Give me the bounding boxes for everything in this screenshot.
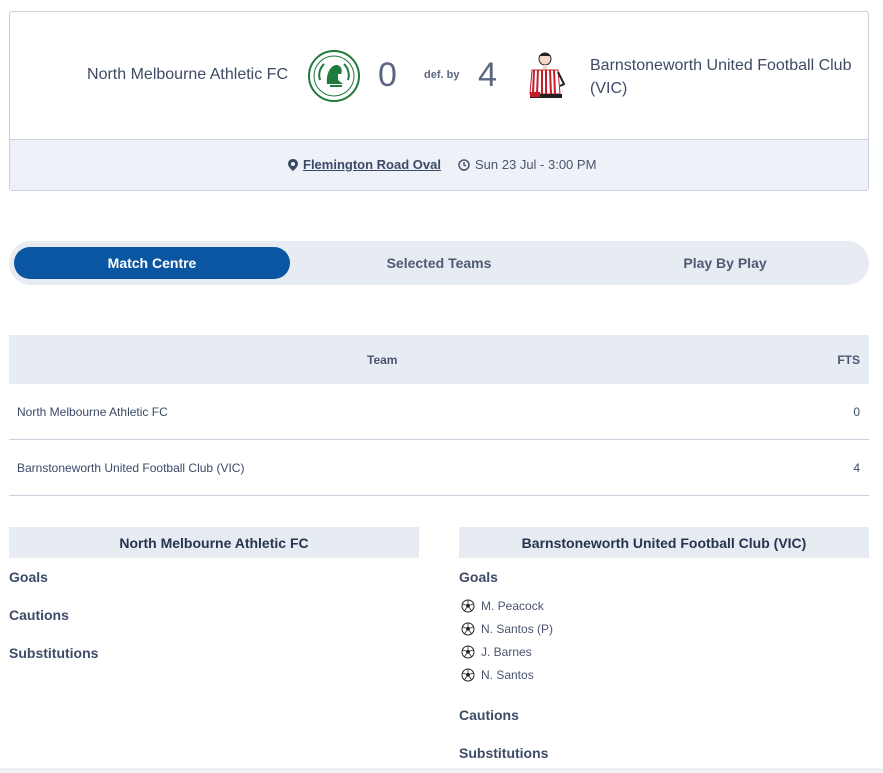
list-item: N. Santos (P) — [459, 617, 869, 640]
venue: Flemington Road Oval — [288, 157, 441, 172]
venue-link[interactable]: Flemington Road Oval — [303, 157, 441, 172]
table-row-fts: 4 — [853, 461, 860, 475]
home-team-name[interactable]: North Melbourne Athletic FC — [87, 66, 288, 84]
away-substitutions-label: Substitutions — [459, 745, 549, 761]
away-team-detail: Barnstoneworth United Football Club (VIC… — [459, 527, 869, 772]
table-row-fts: 0 — [853, 405, 860, 419]
goal-scorer: N. Santos — [481, 667, 534, 682]
home-team-detail: North Melbourne Athletic FC Goals Cautio… — [9, 527, 419, 672]
page-bottom-divider — [0, 768, 883, 773]
team-column-header: Team — [367, 353, 398, 367]
list-item: J. Barnes — [459, 640, 869, 663]
table-row-team: Barnstoneworth United Football Club (VIC… — [17, 461, 245, 475]
tab-selected-teams[interactable]: Selected Teams — [301, 247, 577, 279]
tab-play-by-play[interactable]: Play By Play — [587, 247, 863, 279]
away-team-logo-icon[interactable] — [524, 50, 568, 104]
match-datetime: Sun 23 Jul - 3:00 PM — [475, 157, 597, 172]
result-text: def. by — [424, 69, 460, 81]
goal-scorer: M. Peacock — [481, 598, 544, 613]
soccer-ball-icon — [461, 599, 475, 612]
away-team-detail-title: Barnstoneworth United Football Club (VIC… — [459, 527, 869, 558]
home-team-logo-icon[interactable] — [308, 50, 360, 102]
table-row: North Melbourne Athletic FC 0 — [9, 384, 869, 440]
match-time: Sun 23 Jul - 3:00 PM — [458, 157, 596, 172]
match-scoreline: North Melbourne Athletic FC 0 def. by 4 … — [10, 12, 868, 139]
home-cautions-label: Cautions — [9, 607, 69, 623]
goal-scorer: N. Santos (P) — [481, 621, 554, 636]
away-goals-list: M. Peacock N. Santos (P) J. Barnes N. Sa… — [459, 594, 869, 686]
home-substitutions-label: Substitutions — [9, 645, 99, 661]
match-info-bar: Flemington Road Oval Sun 23 Jul - 3:00 P… — [10, 139, 868, 190]
soccer-ball-icon — [461, 668, 475, 681]
tab-match-centre[interactable]: Match Centre — [14, 247, 290, 279]
match-summary-card: North Melbourne Athletic FC 0 def. by 4 … — [9, 11, 869, 191]
table-row-team: North Melbourne Athletic FC — [17, 405, 168, 419]
soccer-ball-icon — [461, 622, 475, 635]
home-team-detail-title: North Melbourne Athletic FC — [9, 527, 419, 558]
match-tabs: Match Centre Selected Teams Play By Play — [9, 241, 869, 285]
clock-icon — [458, 158, 470, 171]
away-team-name[interactable]: Barnstoneworth United Football Club (VIC… — [590, 54, 860, 100]
score-table: Team FTS North Melbourne Athletic FC 0 B… — [9, 335, 869, 496]
score-table-header: Team FTS — [9, 335, 869, 384]
list-item: N. Santos — [459, 663, 869, 686]
home-goals-label: Goals — [9, 569, 48, 585]
fts-column-header: FTS — [837, 353, 860, 367]
goal-scorer: J. Barnes — [481, 644, 532, 659]
away-goals-label: Goals — [459, 569, 498, 585]
away-score: 4 — [478, 56, 497, 94]
home-score: 0 — [378, 56, 397, 94]
list-item: M. Peacock — [459, 594, 869, 617]
soccer-ball-icon — [461, 645, 475, 658]
map-pin-icon — [288, 158, 298, 171]
away-cautions-label: Cautions — [459, 707, 519, 723]
table-row: Barnstoneworth United Football Club (VIC… — [9, 440, 869, 496]
